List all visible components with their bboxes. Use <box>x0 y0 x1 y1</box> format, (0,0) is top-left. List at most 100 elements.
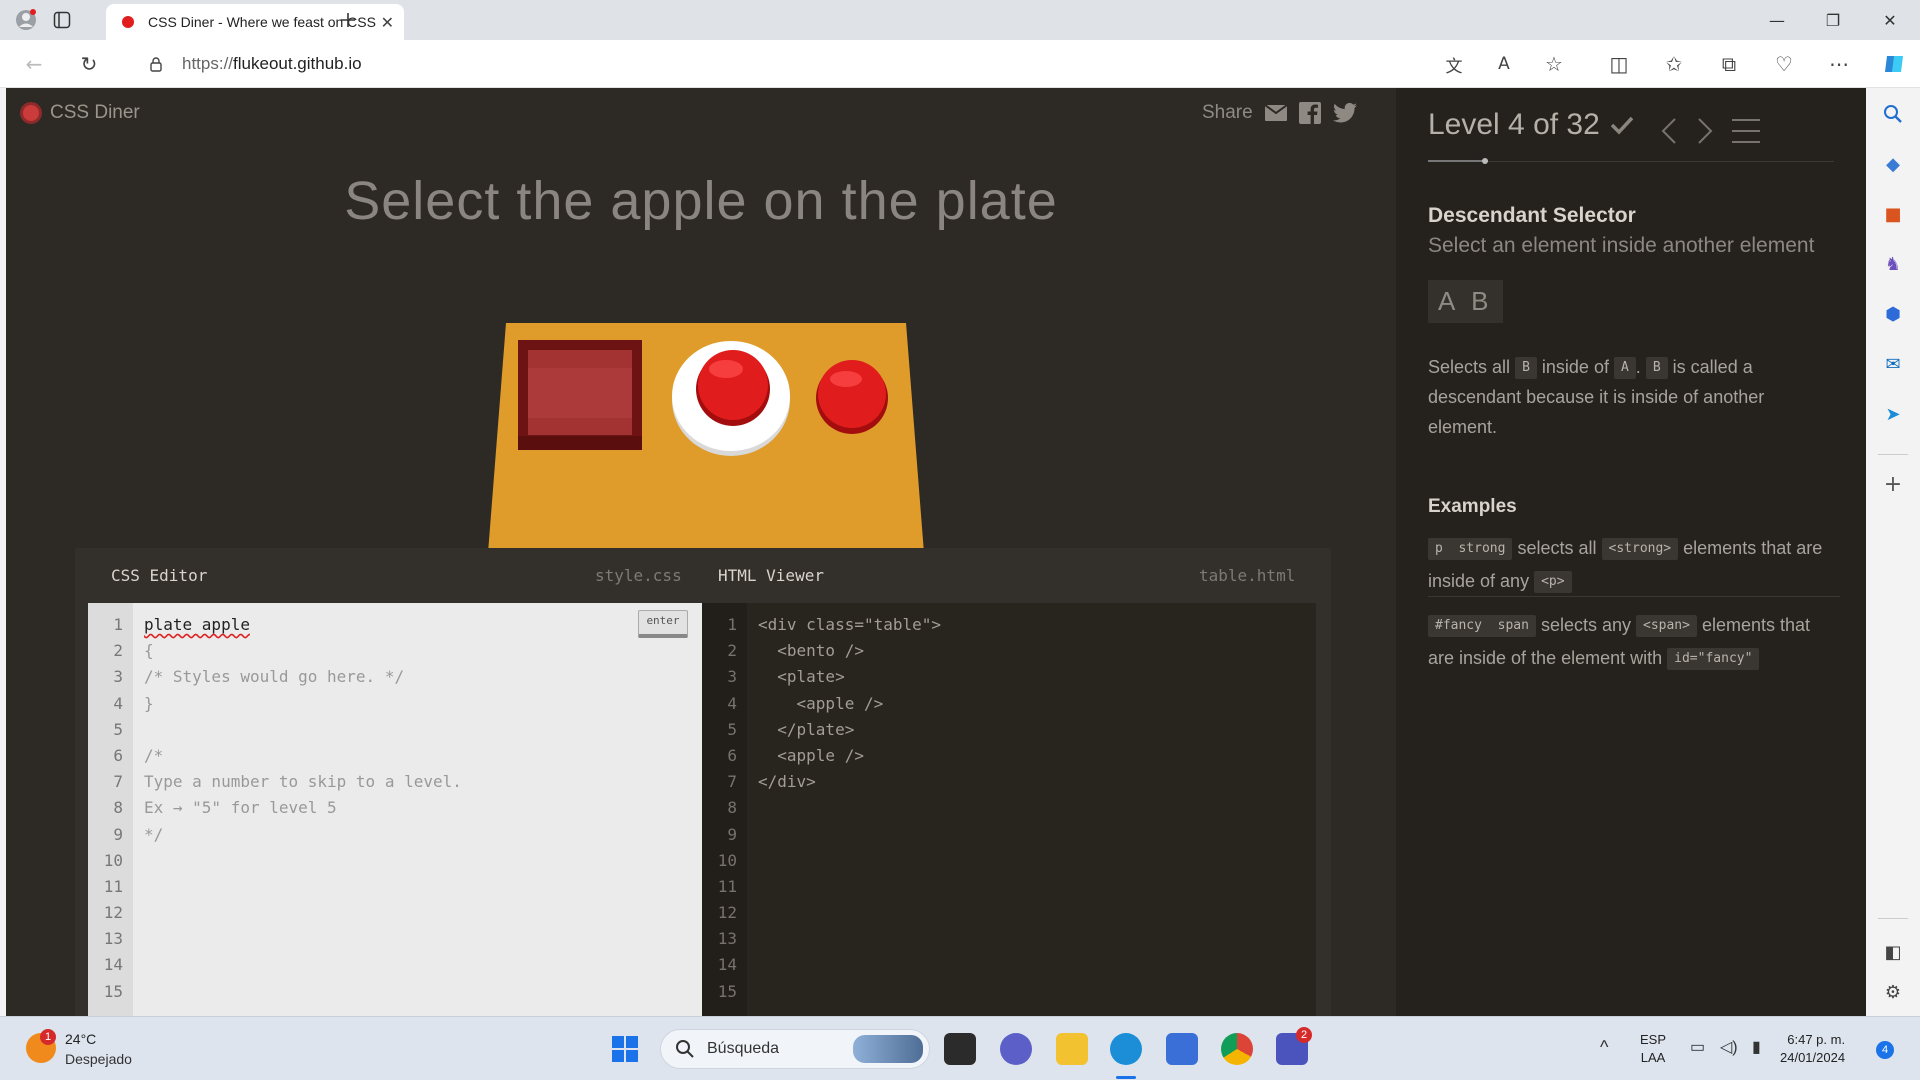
translate-icon[interactable]: 文 <box>1440 50 1468 78</box>
html-viewer-pane: 1 2 3 4 5 6 7 8 9 10 11 12 13 14 15 <div class="table"… <box>702 603 1316 1016</box>
address-bar[interactable]: https://flukeout.github.io <box>126 46 1586 82</box>
checkmark-icon <box>1610 116 1634 135</box>
bento-box[interactable] <box>518 340 642 450</box>
favorite-star-icon[interactable]: ☆ <box>1540 50 1568 78</box>
add-icon[interactable]: + <box>1881 472 1905 497</box>
taskbar-search[interactable]: Búsqueda <box>660 1029 930 1069</box>
weather-temp[interactable]: 24°C <box>65 1031 96 1047</box>
lock-icon[interactable] <box>148 56 164 72</box>
selector-hint: Selects all B inside of A. B is called a… <box>1428 357 1765 437</box>
outlook-icon[interactable]: ✉ <box>1881 352 1905 376</box>
css-line-number: 6 <box>113 745 123 765</box>
logo-plate-icon <box>20 102 42 124</box>
hint-chip-b: B <box>1515 357 1537 380</box>
microsoft-365-icon[interactable]: ⬢ <box>1881 302 1905 326</box>
edge-active-indicator <box>1116 1076 1136 1079</box>
html-markup[interactable]: <div class="table"> <bento /> <plate> <a… <box>758 603 941 1005</box>
html-code-line <box>758 926 941 952</box>
example-2-chip-2: id="fancy" <box>1667 648 1760 671</box>
html-line-number: 9 <box>727 824 737 844</box>
hide-sidebar-icon[interactable]: ◧ <box>1881 940 1905 964</box>
tools-icon[interactable]: ■ <box>1881 202 1905 226</box>
css-code-line: plate apple <box>144 615 250 634</box>
html-line-number: 2 <box>727 641 737 661</box>
tab-actions-icon[interactable] <box>50 8 74 32</box>
twitter-icon[interactable] <box>1332 103 1357 123</box>
settings-gear-icon[interactable]: ⚙ <box>1881 980 1905 1004</box>
css-code-line: */ <box>144 824 164 844</box>
css-line-number: 4 <box>113 693 123 713</box>
clock[interactable]: 6:47 p. m. 24/01/2024 <box>1780 1031 1845 1067</box>
css-line-number: 3 <box>113 667 123 687</box>
email-icon[interactable] <box>1264 105 1287 121</box>
html-code-line <box>758 979 941 1005</box>
html-line-number: 1 <box>727 615 737 634</box>
css-diner-favicon-icon <box>122 16 134 28</box>
browser-essentials-icon[interactable]: ♡ <box>1770 50 1798 78</box>
html-code-line: <apple /> <box>758 745 864 765</box>
html-file-name: table.html <box>1199 566 1296 585</box>
chrome-icon[interactable] <box>1221 1033 1253 1065</box>
html-code-line <box>758 900 941 926</box>
url-text[interactable]: https://flukeout.github.io <box>182 54 362 74</box>
close-tab-icon[interactable]: ✕ <box>381 13 394 32</box>
favorites-icon[interactable]: ✩ <box>1660 50 1688 78</box>
next-level-icon[interactable] <box>1690 116 1720 146</box>
css-diner-logo[interactable]: CSS Diner <box>20 102 140 124</box>
html-line-number: 3 <box>727 667 737 687</box>
network-icon[interactable]: ▭ <box>1690 1037 1705 1057</box>
html-line-number: 8 <box>727 798 737 818</box>
css-editor-label: CSS Editor <box>111 566 208 585</box>
examples-heading: Examples <box>1428 496 1517 517</box>
windows-start-icon[interactable] <box>609 1033 641 1065</box>
level-menu-icon[interactable] <box>1730 116 1762 146</box>
profile-icon[interactable] <box>14 8 38 32</box>
html-line-number: 11 <box>717 876 737 896</box>
css-editor-pane[interactable]: 1 2 3 4 5 6 7 8 9 10 11 12 13 14 15 plate apple{/* Sty… <box>88 603 702 1016</box>
css-line-number: 15 <box>103 981 123 1001</box>
copilot-icon[interactable] <box>1880 50 1908 78</box>
edge-icon[interactable] <box>1110 1033 1142 1065</box>
css-code-line <box>144 900 462 926</box>
html-code-line: <bento /> <box>758 641 864 661</box>
css-line-number: 7 <box>113 772 123 792</box>
enter-button[interactable]: enter <box>638 610 688 638</box>
example-1-chip-2: <p> <box>1534 571 1572 594</box>
chat-icon[interactable] <box>1000 1033 1032 1065</box>
css-input[interactable]: plate apple {/* Styles would go here. */}… <box>144 603 462 1005</box>
task-view-icon[interactable] <box>944 1033 976 1065</box>
example-2-chip: <span> <box>1636 615 1697 638</box>
collections-icon[interactable]: ⧉ <box>1715 50 1743 78</box>
weather-status[interactable]: Despejado <box>65 1051 132 1067</box>
new-tab-icon[interactable] <box>336 8 360 32</box>
prev-level-icon[interactable] <box>1654 116 1684 146</box>
hint-chip-a: A <box>1613 357 1636 380</box>
html-line-number: 5 <box>727 719 737 739</box>
split-screen-icon[interactable]: ◫ <box>1605 50 1633 78</box>
input-language[interactable]: ESP LAA <box>1640 1031 1666 1067</box>
search-icon[interactable] <box>1881 102 1905 126</box>
games-icon[interactable]: ♞ <box>1881 252 1905 276</box>
facebook-icon[interactable] <box>1298 102 1321 124</box>
show-hidden-icons-icon[interactable]: ^ <box>1600 1037 1608 1058</box>
battery-icon[interactable]: ▮ <box>1752 1037 1761 1057</box>
file-explorer-icon[interactable] <box>1056 1033 1088 1065</box>
level-header: Level 4 of 32 <box>1428 108 1634 142</box>
send-icon[interactable]: ➤ <box>1881 402 1905 426</box>
css-line-number: 5 <box>113 719 123 739</box>
more-menu-icon[interactable]: ⋯ <box>1825 50 1853 78</box>
notification-badge[interactable]: 4 <box>1876 1041 1894 1059</box>
restore-icon[interactable]: ❐ <box>1805 0 1861 40</box>
read-aloud-icon[interactable]: A <box>1490 50 1518 78</box>
html-code-line <box>758 874 941 900</box>
refresh-icon[interactable]: ↻ <box>75 50 103 78</box>
volume-icon[interactable]: ◁) <box>1720 1037 1738 1057</box>
minimize-icon[interactable]: — <box>1749 0 1805 40</box>
css-line-number: 10 <box>103 850 123 870</box>
example-2-code: #fancy span <box>1428 615 1536 638</box>
microsoft-store-icon[interactable] <box>1166 1033 1198 1065</box>
shopping-tag-icon[interactable]: ◆ <box>1881 152 1905 176</box>
close-window-icon[interactable]: ✕ <box>1862 0 1918 40</box>
back-icon[interactable]: ← <box>20 50 48 78</box>
css-line-number: 1 <box>113 615 123 634</box>
